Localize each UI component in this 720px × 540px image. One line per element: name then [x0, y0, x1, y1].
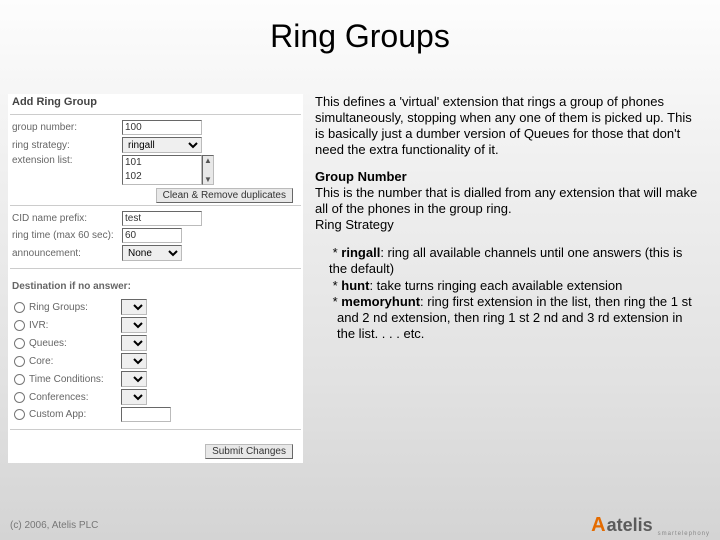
label-ring-time: ring time (max 60 sec):	[12, 230, 122, 241]
divider	[10, 205, 301, 206]
dest-select[interactable]	[121, 353, 147, 369]
logo-mark-icon: A	[591, 514, 603, 537]
radio-conferences[interactable]	[14, 392, 25, 403]
row-extension-list: extension list: 101 102 ▲ ▼	[8, 154, 303, 186]
radio-ivr[interactable]	[14, 320, 25, 331]
radio-label: Custom App:	[29, 409, 117, 420]
radio-label: Queues:	[29, 338, 117, 349]
radio-label: Conferences:	[29, 392, 117, 403]
dest-select[interactable]	[121, 335, 147, 351]
footer: (c) 2006, Atelis PLC A atelis smarteleph…	[0, 510, 720, 540]
dest-queues[interactable]: Queues:	[8, 334, 303, 352]
radio-core[interactable]	[14, 356, 25, 367]
ring-strategy-select[interactable]: ringall	[122, 137, 202, 153]
copyright-text: (c) 2006, Atelis PLC	[10, 520, 98, 531]
row-announcement: announcement: None	[8, 244, 303, 262]
clean-duplicates-button[interactable]: Clean & Remove duplicates	[156, 188, 293, 203]
bullet-hunt: * hunt: take turns ringing each availabl…	[329, 278, 702, 294]
dest-ring-groups[interactable]: Ring Groups:	[8, 298, 303, 316]
dest-select[interactable]	[121, 299, 147, 315]
label-group-number: group number:	[12, 122, 122, 133]
atelis-logo: A atelis smartelephony	[591, 514, 710, 537]
label-extension-list: extension list:	[12, 155, 122, 166]
destination-heading: Destination if no answer:	[8, 273, 303, 298]
dest-core[interactable]: Core:	[8, 352, 303, 370]
radio-label: Ring Groups:	[29, 302, 117, 313]
bullet-memoryhunt: * memoryhunt: ring first extension in th…	[329, 294, 702, 342]
radio-label: Core:	[29, 356, 117, 367]
extension-list-box[interactable]: 101 102	[122, 155, 202, 185]
row-ring-strategy: ring strategy: ringall	[8, 136, 303, 154]
row-cid-prefix: CID name prefix:	[8, 210, 303, 227]
dest-time-conditions[interactable]: Time Conditions:	[8, 370, 303, 388]
description-column: This defines a 'virtual' extension that …	[315, 94, 702, 463]
radio-custom-app[interactable]	[14, 409, 25, 420]
dest-custom-app[interactable]: Custom App:	[8, 406, 303, 423]
logo-tagline: smartelephony	[658, 531, 710, 537]
dest-select[interactable]	[121, 317, 147, 333]
divider	[10, 429, 301, 430]
cid-prefix-input[interactable]	[122, 211, 202, 226]
dest-select[interactable]	[121, 389, 147, 405]
row-group-number: group number:	[8, 119, 303, 136]
label-ring-strategy: ring strategy:	[12, 140, 122, 151]
radio-ring-groups[interactable]	[14, 302, 25, 313]
content-area: Add Ring Group group number: ring strate…	[8, 94, 702, 463]
custom-app-input[interactable]	[121, 407, 171, 422]
bullet-ringall: * ringall: ring all available channels u…	[329, 245, 702, 277]
group-number-input[interactable]	[122, 120, 202, 135]
label-cid-prefix: CID name prefix:	[12, 213, 122, 224]
section-group-number: Group Number This is the number that is …	[315, 169, 702, 232]
radio-queues[interactable]	[14, 338, 25, 349]
row-ring-time: ring time (max 60 sec):	[8, 227, 303, 244]
form-heading: Add Ring Group	[8, 94, 303, 114]
divider	[10, 114, 301, 115]
dest-ivr[interactable]: IVR:	[8, 316, 303, 334]
form-panel: Add Ring Group group number: ring strate…	[8, 94, 303, 463]
logo-brand: atelis	[607, 515, 653, 536]
bullet-list: * ringall: ring all available channels u…	[315, 245, 702, 342]
submit-changes-button[interactable]: Submit Changes	[205, 444, 293, 459]
ring-time-input[interactable]	[122, 228, 182, 243]
radio-label: IVR:	[29, 320, 117, 331]
label-announcement: announcement:	[12, 248, 122, 259]
announcement-select[interactable]: None	[122, 245, 182, 261]
dest-select[interactable]	[121, 371, 147, 387]
radio-label: Time Conditions:	[29, 374, 117, 385]
dest-conferences[interactable]: Conferences:	[8, 388, 303, 406]
divider	[10, 268, 301, 269]
radio-time-conditions[interactable]	[14, 374, 25, 385]
list-scroll-up-icon[interactable]: ▲	[203, 156, 213, 165]
page-title: Ring Groups	[0, 0, 720, 55]
intro-paragraph: This defines a 'virtual' extension that …	[315, 94, 702, 157]
list-scroll-down-icon[interactable]: ▼	[203, 175, 213, 184]
